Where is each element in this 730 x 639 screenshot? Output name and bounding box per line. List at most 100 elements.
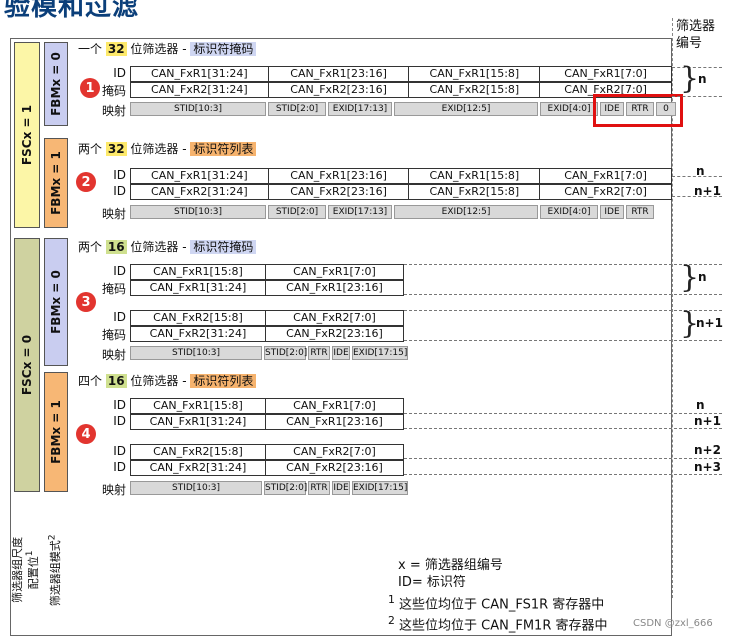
s4-dash-2 xyxy=(404,428,722,429)
s4-cell: CAN_FxR2[23:16] xyxy=(265,461,403,475)
s4-id-label-2: ID xyxy=(113,414,126,428)
s4-cell: CAN_FxR1[23:16] xyxy=(265,415,403,429)
fscx-1-box: FSCx = 1 xyxy=(14,42,40,228)
s1-map-cell: EXID[4:0] xyxy=(540,102,598,116)
s3-dash-4 xyxy=(404,340,722,341)
s2-map-row: STID[10:3] STID[2:0] EXID[17:13] EXID[12… xyxy=(130,205,656,219)
s1-dash-bottom xyxy=(672,96,722,97)
s4-cell: CAN_FxR2[15:8] xyxy=(153,445,243,458)
fscx-0-box: FSCx = 0 xyxy=(14,238,40,492)
s3-b-row2: CAN_FxR2[31:24] CAN_FxR2[23:16] xyxy=(130,326,404,342)
fbmx-0-box-a: FBMx = 0 xyxy=(44,42,68,126)
s3-map-cell: STID[10:3] xyxy=(130,346,262,360)
s4-cell: CAN_FxR2[7:0] xyxy=(265,445,403,459)
s4-b-row2: CAN_FxR2[31:24] CAN_FxR2[23:16] xyxy=(130,460,404,476)
s3-cell: CAN_FxR2[23:16] xyxy=(265,327,403,341)
s2-row1-cell: CAN_FxR1[31:24] xyxy=(151,169,248,182)
s2-map-cell: STID[2:0] xyxy=(268,205,326,219)
s1-id-label: ID xyxy=(113,66,126,80)
s2-row2-cell: CAN_FxR2[15:8] xyxy=(408,185,539,199)
s1-row1-cell: CAN_FxR1[23:16] xyxy=(267,67,409,81)
s4-filter-number-n2: n+2 xyxy=(694,443,721,457)
s3-map-cell: EXID[17:15] xyxy=(352,346,408,360)
s3-cell: CAN_FxR1[15:8] xyxy=(153,265,243,278)
highlight-box xyxy=(593,94,683,127)
s4-cell: CAN_FxR1[15:8] xyxy=(153,399,243,412)
s1-row1-cell: CAN_FxR1[7:0] xyxy=(539,67,671,81)
s2-row1-cell: CAN_FxR1[15:8] xyxy=(408,169,539,183)
s3-a-row2: CAN_FxR1[31:24] CAN_FxR1[23:16] xyxy=(130,280,404,296)
s4-filter-number-n1: n+1 xyxy=(694,414,721,428)
s2-row2-cell: CAN_FxR2[23:16] xyxy=(267,185,409,199)
s1-map-cell: STID[10:3] xyxy=(130,102,266,116)
page-heading: 验模和过滤 xyxy=(4,0,140,22)
s3-dash-2 xyxy=(404,294,722,295)
s3-map-cell: RTR xyxy=(308,346,330,360)
s4-dash-3 xyxy=(404,458,722,459)
s1-filter-number: n xyxy=(698,72,707,86)
s2-id-label-2: ID xyxy=(113,184,126,198)
s3-map-row: STID[10:3] STID[2:0] RTR IDE EXID[17:15] xyxy=(130,346,410,360)
s3-a-row1: CAN_FxR1[15:8] CAN_FxR1[7:0] xyxy=(130,264,404,280)
s1-map-cell: STID[2:0] xyxy=(268,102,326,116)
fbmx-1-box-a: FBMx = 1 xyxy=(44,138,68,228)
s1-row2-cell: CAN_FxR2[15:8] xyxy=(408,83,539,97)
s4-map-cell: STID[10:3] xyxy=(130,481,262,495)
s2-row1: CAN_FxR1[31:24] CAN_FxR1[23:16] CAN_FxR1… xyxy=(130,168,672,184)
s4-dash-4 xyxy=(404,474,722,475)
s2-map-cell: EXID[12:5] xyxy=(394,205,538,219)
s4-id-label-3: ID xyxy=(113,444,126,458)
s3-cell: CAN_FxR2[7:0] xyxy=(265,311,403,325)
s3-b-row1: CAN_FxR2[15:8] CAN_FxR2[7:0] xyxy=(130,310,404,326)
s1-mask-label: 掩码 xyxy=(101,84,126,98)
s3-dash-1 xyxy=(404,264,722,265)
s2-map-cell: RTR xyxy=(626,205,654,219)
watermark: CSDN @zxl_666 xyxy=(633,618,713,629)
section-4-title: 四个 16 位筛选器 - 标识符列表 xyxy=(78,372,257,389)
s3-filter-number-n1: n+1 xyxy=(696,316,723,330)
s1-row1-cell: CAN_FxR1[15:8] xyxy=(408,67,539,81)
s3-cell: CAN_FxR2[15:8] xyxy=(153,311,243,324)
s4-dash-1 xyxy=(404,413,722,414)
s3-dash-3 xyxy=(404,310,722,311)
s4-map-cell: EXID[17:15] xyxy=(352,481,408,495)
s2-map-cell: EXID[17:13] xyxy=(328,205,392,219)
note-id-def: ID= 标识符 xyxy=(398,575,466,590)
s4-map-cell: IDE xyxy=(332,481,350,495)
s3-mask-label-b: 掩码 xyxy=(101,328,126,342)
footnote-1: 1 这些位均位于 CAN_FS1R 寄存器中 xyxy=(388,593,605,613)
s2-filter-number-n1: n+1 xyxy=(694,184,721,198)
s4-filter-number-n: n xyxy=(696,398,705,412)
s3-id-label-a: ID xyxy=(113,264,126,278)
s1-row2-cell: CAN_FxR2[23:16] xyxy=(267,83,409,97)
s4-cell: CAN_FxR1[7:0] xyxy=(265,399,403,413)
footnote-2: 2 这些位均位于 CAN_FM1R 寄存器中 xyxy=(388,614,608,634)
section-2-title: 两个 32 位筛选器 - 标识符列表 xyxy=(78,140,257,157)
s3-map-cell: STID[2:0] xyxy=(264,346,308,360)
s3-filter-number-n: n xyxy=(698,270,707,284)
s3-mask-label-a: 掩码 xyxy=(101,282,126,296)
s3-id-label-b: ID xyxy=(113,310,126,324)
s4-a-row2: CAN_FxR1[31:24] CAN_FxR1[23:16] xyxy=(130,414,404,430)
s2-row1-cell: CAN_FxR1[7:0] xyxy=(539,169,671,183)
s1-row2: CAN_FxR2[31:24] CAN_FxR2[23:16] CAN_FxR2… xyxy=(130,82,672,98)
s2-map-cell: STID[10:3] xyxy=(130,205,266,219)
s4-filter-number-n3: n+3 xyxy=(694,460,721,474)
s3-map-cell: IDE xyxy=(332,346,350,360)
section-3-title: 两个 16 位筛选器 - 标识符掩码 xyxy=(78,238,257,255)
s2-filter-number-n: n xyxy=(696,164,705,178)
s3-cell: CAN_FxR1[7:0] xyxy=(265,265,403,279)
s4-id-label-4: ID xyxy=(113,460,126,474)
s1-row1: CAN_FxR1[31:24] CAN_FxR1[23:16] CAN_FxR1… xyxy=(130,66,672,82)
s1-map-label: 映射 xyxy=(101,104,126,118)
s2-id-label-1: ID xyxy=(113,168,126,182)
s3-cell: CAN_FxR1[31:24] xyxy=(149,281,247,294)
s1-row1-cell: CAN_FxR1[31:24] xyxy=(151,67,248,80)
s2-map-cell: IDE xyxy=(600,205,624,219)
filter-number-header: 筛选器 编号 xyxy=(676,19,716,51)
s3-brace-1: } xyxy=(680,260,700,295)
section-1-title: 一个 32 位筛选器 - 标识符掩码 xyxy=(78,40,257,57)
s2-row1-cell: CAN_FxR1[23:16] xyxy=(267,169,409,183)
s4-map-row: STID[10:3] STID[2:0] RTR IDE EXID[17:15] xyxy=(130,481,410,495)
s4-b-row1: CAN_FxR2[15:8] CAN_FxR2[7:0] xyxy=(130,444,404,460)
